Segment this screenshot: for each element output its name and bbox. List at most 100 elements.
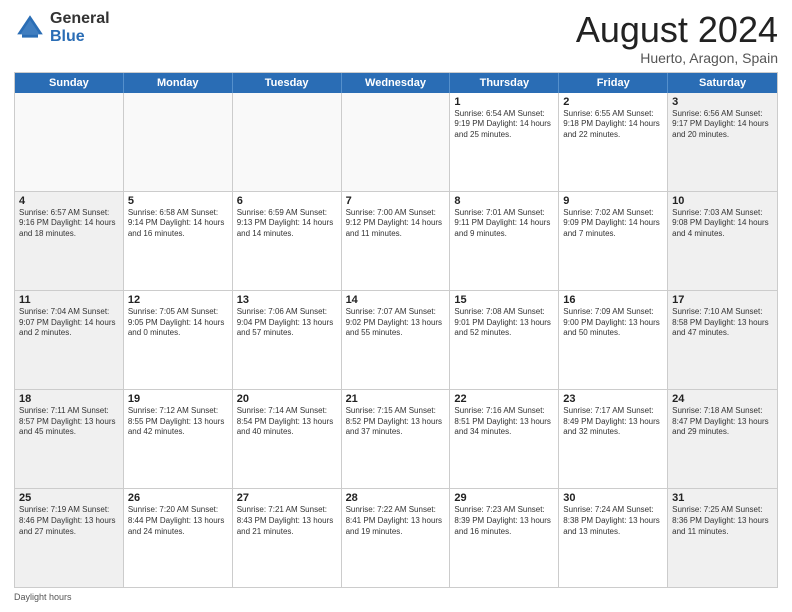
day-info: Sunrise: 6:57 AM Sunset: 9:16 PM Dayligh… [19,208,119,240]
cal-cell: 23Sunrise: 7:17 AM Sunset: 8:49 PM Dayli… [559,390,668,488]
logo-text: General Blue [50,10,110,45]
cal-cell: 21Sunrise: 7:15 AM Sunset: 8:52 PM Dayli… [342,390,451,488]
day-number: 19 [128,393,228,405]
cal-cell: 17Sunrise: 7:10 AM Sunset: 8:58 PM Dayli… [668,291,777,389]
day-number: 13 [237,294,337,306]
day-info: Sunrise: 7:08 AM Sunset: 9:01 PM Dayligh… [454,307,554,339]
day-number: 7 [346,195,446,207]
cal-cell: 20Sunrise: 7:14 AM Sunset: 8:54 PM Dayli… [233,390,342,488]
logo-icon [14,12,46,44]
header-day-sunday: Sunday [15,73,124,93]
day-number: 12 [128,294,228,306]
calendar: SundayMondayTuesdayWednesdayThursdayFrid… [14,72,778,588]
day-number: 16 [563,294,663,306]
day-number: 24 [672,393,773,405]
header-day-monday: Monday [124,73,233,93]
day-info: Sunrise: 7:23 AM Sunset: 8:39 PM Dayligh… [454,505,554,537]
day-info: Sunrise: 6:59 AM Sunset: 9:13 PM Dayligh… [237,208,337,240]
week-row-3: 18Sunrise: 7:11 AM Sunset: 8:57 PM Dayli… [15,389,777,488]
day-info: Sunrise: 7:03 AM Sunset: 9:08 PM Dayligh… [672,208,773,240]
day-info: Sunrise: 7:14 AM Sunset: 8:54 PM Dayligh… [237,406,337,438]
day-number: 14 [346,294,446,306]
day-number: 25 [19,492,119,504]
calendar-header: SundayMondayTuesdayWednesdayThursdayFrid… [15,73,777,93]
title-block: August 2024 Huerto, Aragon, Spain [576,10,778,66]
day-number: 29 [454,492,554,504]
cal-cell [15,93,124,191]
day-info: Sunrise: 7:10 AM Sunset: 8:58 PM Dayligh… [672,307,773,339]
day-number: 4 [19,195,119,207]
header-day-thursday: Thursday [450,73,559,93]
cal-cell: 14Sunrise: 7:07 AM Sunset: 9:02 PM Dayli… [342,291,451,389]
day-number: 22 [454,393,554,405]
logo-blue-text: Blue [50,28,110,46]
calendar-body: 1Sunrise: 6:54 AM Sunset: 9:19 PM Daylig… [15,93,777,587]
day-number: 2 [563,96,663,108]
footer-note: Daylight hours [14,592,778,602]
logo: General Blue [14,10,110,45]
cal-cell: 31Sunrise: 7:25 AM Sunset: 8:36 PM Dayli… [668,489,777,587]
day-number: 3 [672,96,773,108]
cal-cell: 13Sunrise: 7:06 AM Sunset: 9:04 PM Dayli… [233,291,342,389]
cal-cell: 19Sunrise: 7:12 AM Sunset: 8:55 PM Dayli… [124,390,233,488]
week-row-0: 1Sunrise: 6:54 AM Sunset: 9:19 PM Daylig… [15,93,777,191]
page: General Blue August 2024 Huerto, Aragon,… [0,0,792,612]
day-info: Sunrise: 7:01 AM Sunset: 9:11 PM Dayligh… [454,208,554,240]
day-number: 23 [563,393,663,405]
cal-cell: 29Sunrise: 7:23 AM Sunset: 8:39 PM Dayli… [450,489,559,587]
week-row-1: 4Sunrise: 6:57 AM Sunset: 9:16 PM Daylig… [15,191,777,290]
day-info: Sunrise: 7:25 AM Sunset: 8:36 PM Dayligh… [672,505,773,537]
header-day-wednesday: Wednesday [342,73,451,93]
day-info: Sunrise: 7:21 AM Sunset: 8:43 PM Dayligh… [237,505,337,537]
day-info: Sunrise: 7:22 AM Sunset: 8:41 PM Dayligh… [346,505,446,537]
cal-cell: 30Sunrise: 7:24 AM Sunset: 8:38 PM Dayli… [559,489,668,587]
day-info: Sunrise: 7:18 AM Sunset: 8:47 PM Dayligh… [672,406,773,438]
header-day-saturday: Saturday [668,73,777,93]
day-number: 21 [346,393,446,405]
cal-cell: 12Sunrise: 7:05 AM Sunset: 9:05 PM Dayli… [124,291,233,389]
day-number: 10 [672,195,773,207]
day-info: Sunrise: 7:20 AM Sunset: 8:44 PM Dayligh… [128,505,228,537]
day-number: 17 [672,294,773,306]
cal-cell [342,93,451,191]
cal-cell: 3Sunrise: 6:56 AM Sunset: 9:17 PM Daylig… [668,93,777,191]
day-info: Sunrise: 6:55 AM Sunset: 9:18 PM Dayligh… [563,109,663,141]
cal-cell: 1Sunrise: 6:54 AM Sunset: 9:19 PM Daylig… [450,93,559,191]
day-number: 28 [346,492,446,504]
cal-cell: 11Sunrise: 7:04 AM Sunset: 9:07 PM Dayli… [15,291,124,389]
day-info: Sunrise: 7:16 AM Sunset: 8:51 PM Dayligh… [454,406,554,438]
day-info: Sunrise: 7:12 AM Sunset: 8:55 PM Dayligh… [128,406,228,438]
cal-cell: 22Sunrise: 7:16 AM Sunset: 8:51 PM Dayli… [450,390,559,488]
day-number: 8 [454,195,554,207]
day-number: 5 [128,195,228,207]
cal-cell: 4Sunrise: 6:57 AM Sunset: 9:16 PM Daylig… [15,192,124,290]
day-number: 26 [128,492,228,504]
day-info: Sunrise: 6:58 AM Sunset: 9:14 PM Dayligh… [128,208,228,240]
day-info: Sunrise: 7:09 AM Sunset: 9:00 PM Dayligh… [563,307,663,339]
header-day-tuesday: Tuesday [233,73,342,93]
cal-cell: 6Sunrise: 6:59 AM Sunset: 9:13 PM Daylig… [233,192,342,290]
day-number: 6 [237,195,337,207]
day-info: Sunrise: 7:19 AM Sunset: 8:46 PM Dayligh… [19,505,119,537]
day-number: 27 [237,492,337,504]
cal-cell: 10Sunrise: 7:03 AM Sunset: 9:08 PM Dayli… [668,192,777,290]
cal-cell: 15Sunrise: 7:08 AM Sunset: 9:01 PM Dayli… [450,291,559,389]
day-number: 30 [563,492,663,504]
cal-cell: 27Sunrise: 7:21 AM Sunset: 8:43 PM Dayli… [233,489,342,587]
week-row-4: 25Sunrise: 7:19 AM Sunset: 8:46 PM Dayli… [15,488,777,587]
cal-cell: 2Sunrise: 6:55 AM Sunset: 9:18 PM Daylig… [559,93,668,191]
title-location: Huerto, Aragon, Spain [576,50,778,66]
day-info: Sunrise: 7:17 AM Sunset: 8:49 PM Dayligh… [563,406,663,438]
day-number: 18 [19,393,119,405]
day-info: Sunrise: 6:54 AM Sunset: 9:19 PM Dayligh… [454,109,554,141]
day-number: 20 [237,393,337,405]
day-number: 11 [19,294,119,306]
day-info: Sunrise: 7:15 AM Sunset: 8:52 PM Dayligh… [346,406,446,438]
header-day-friday: Friday [559,73,668,93]
day-info: Sunrise: 7:05 AM Sunset: 9:05 PM Dayligh… [128,307,228,339]
week-row-2: 11Sunrise: 7:04 AM Sunset: 9:07 PM Dayli… [15,290,777,389]
cal-cell: 28Sunrise: 7:22 AM Sunset: 8:41 PM Dayli… [342,489,451,587]
cal-cell: 5Sunrise: 6:58 AM Sunset: 9:14 PM Daylig… [124,192,233,290]
day-number: 1 [454,96,554,108]
cal-cell: 16Sunrise: 7:09 AM Sunset: 9:00 PM Dayli… [559,291,668,389]
